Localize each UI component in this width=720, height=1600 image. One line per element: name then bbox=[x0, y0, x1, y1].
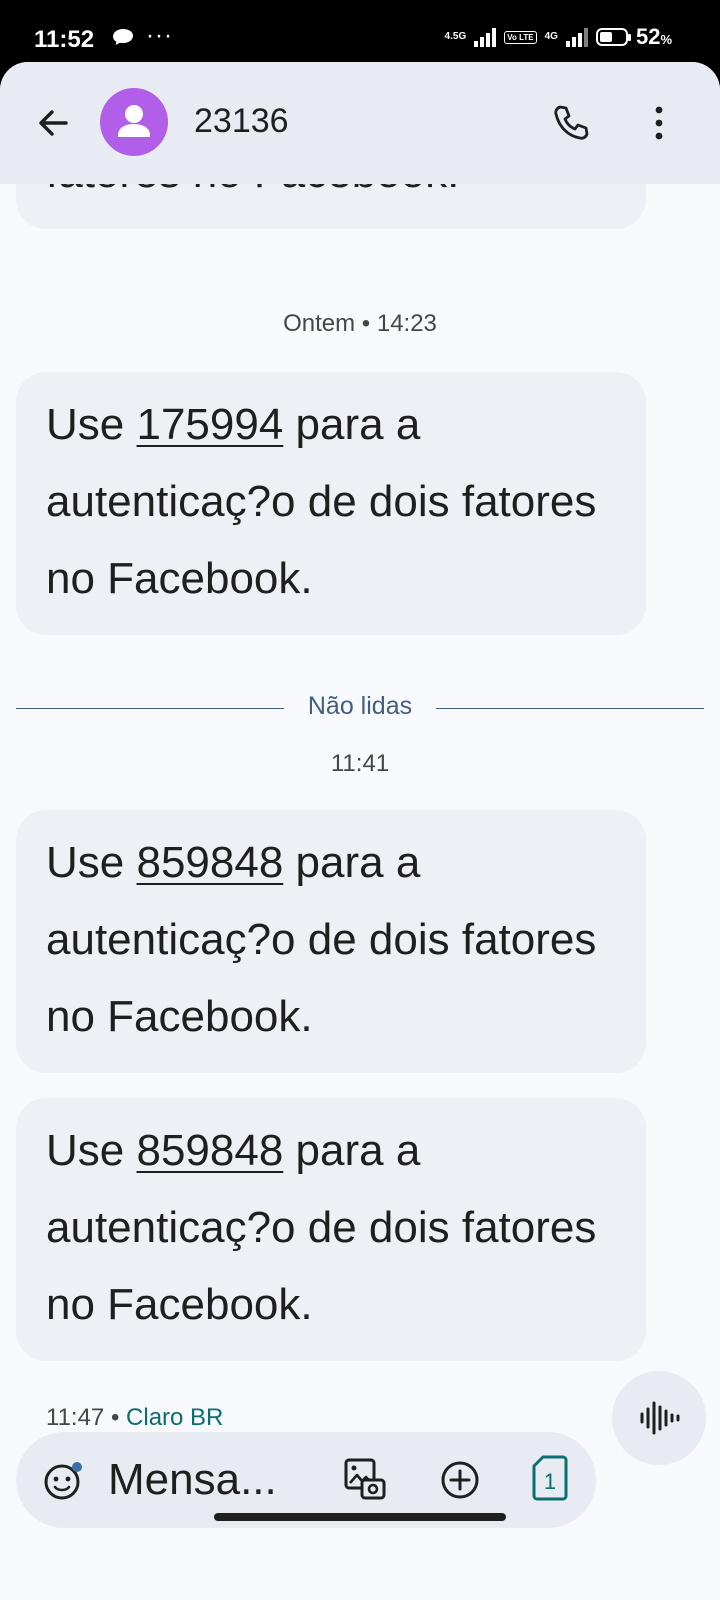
avatar[interactable] bbox=[100, 88, 168, 156]
conversation-screen: fatores no Facebook. Ontem • 14:23 Use 1… bbox=[0, 62, 720, 1600]
status-time: 11:52 bbox=[34, 26, 95, 53]
battery-percentage: 52% bbox=[635, 24, 672, 49]
sim-selector[interactable]: 1 bbox=[532, 1454, 568, 1502]
message-input[interactable] bbox=[108, 1452, 298, 1508]
message-meta: 11:47 • Claro BR bbox=[46, 1404, 224, 1431]
chat-notification-icon bbox=[113, 29, 133, 45]
more-options-icon[interactable] bbox=[646, 100, 672, 146]
message-bubble[interactable]: Use 175994 para a autenticaç?o de dois f… bbox=[16, 372, 646, 635]
volte-badge: Vo LTE bbox=[504, 30, 537, 44]
message-time: 11:47 bbox=[46, 1404, 105, 1431]
svg-text:1: 1 bbox=[544, 1469, 556, 1494]
voice-message-button[interactable] bbox=[612, 1371, 706, 1465]
battery-level-fill bbox=[599, 32, 613, 42]
message-bubble[interactable]: Use 859848 para a autenticaç?o de dois f… bbox=[16, 810, 646, 1073]
date-timestamp: Ontem • 14:23 bbox=[283, 310, 437, 337]
emoji-icon[interactable] bbox=[42, 1460, 84, 1502]
message-list[interactable]: fatores no Facebook. Ontem • 14:23 Use 1… bbox=[0, 62, 720, 1600]
conversation-header: 23136 bbox=[0, 62, 720, 184]
unread-divider: Não lidas bbox=[16, 692, 704, 722]
time-timestamp: 11:41 bbox=[330, 750, 390, 777]
status-bar: 11:52 ··· 4.5G Vo LTE 4G 52% bbox=[0, 0, 720, 70]
back-arrow-icon[interactable] bbox=[30, 100, 76, 146]
network-type-label-2: 4G bbox=[544, 31, 558, 42]
sim-card-icon: 1 bbox=[532, 1455, 568, 1501]
more-notifications-icon: ··· bbox=[146, 22, 173, 49]
unread-label: Não lidas bbox=[307, 692, 413, 720]
otp-code-link[interactable]: 859848 bbox=[136, 838, 283, 887]
add-attachment-icon[interactable] bbox=[438, 1458, 482, 1502]
signal-strength-icon bbox=[474, 27, 497, 47]
waveform-icon bbox=[640, 1401, 680, 1435]
otp-code-link[interactable]: 175994 bbox=[136, 400, 283, 449]
navigation-handle[interactable] bbox=[214, 1513, 506, 1521]
message-bubble[interactable]: Use 859848 para a autenticaç?o de dois f… bbox=[16, 1098, 646, 1361]
battery-icon bbox=[595, 28, 631, 46]
signal-strength-icon-2 bbox=[565, 27, 588, 47]
carrier-label: Claro BR bbox=[126, 1404, 224, 1431]
gallery-icon[interactable] bbox=[342, 1456, 388, 1502]
network-type-label: 4.5G bbox=[444, 31, 467, 42]
status-indicators: 4.5G Vo LTE 4G 52% bbox=[445, 24, 672, 50]
person-icon bbox=[118, 105, 150, 137]
phone-call-icon[interactable] bbox=[551, 102, 593, 144]
otp-code-link[interactable]: 859848 bbox=[136, 1126, 283, 1175]
contact-name[interactable]: 23136 bbox=[194, 102, 289, 141]
